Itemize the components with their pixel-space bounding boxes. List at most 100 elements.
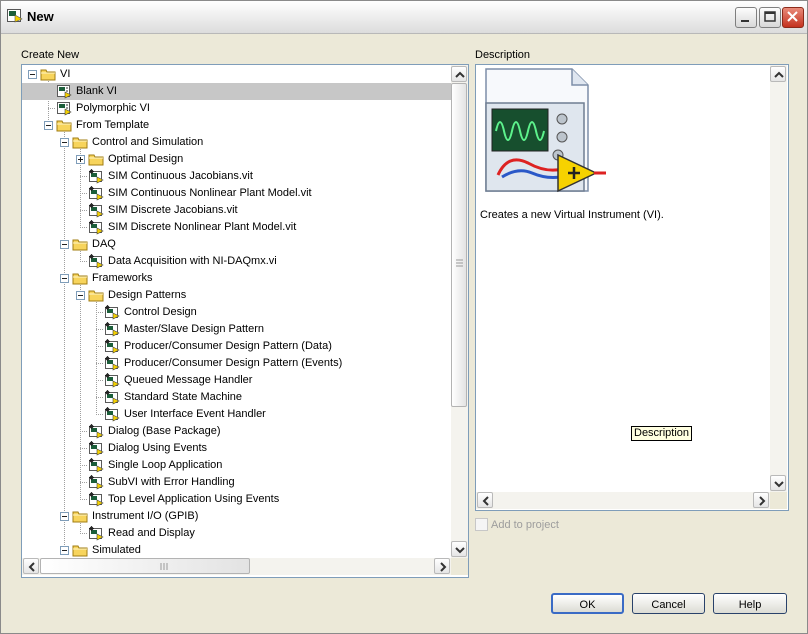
tree-item-row[interactable]: Master/Slave Design Pattern xyxy=(22,321,451,338)
description-vertical-scrollbar[interactable] xyxy=(770,65,787,492)
title-bar[interactable]: New xyxy=(1,1,807,34)
collapse-icon[interactable] xyxy=(60,138,69,147)
tree-item-row[interactable]: Data Acquisition with NI-DAQmx.vi xyxy=(22,253,451,270)
cancel-button[interactable]: Cancel xyxy=(632,593,705,614)
tree-item-label: SIM Discrete Jacobians.vit xyxy=(108,204,238,216)
scrollbar-corner xyxy=(770,492,787,509)
horizontal-scroll-thumb[interactable] xyxy=(40,558,250,574)
tree-folder-row[interactable]: DAQ xyxy=(22,236,451,253)
tree-folder-row[interactable]: From Template xyxy=(22,117,451,134)
vi-template-icon xyxy=(88,441,104,456)
vi-template-icon xyxy=(104,356,120,371)
folder-icon xyxy=(72,271,88,286)
vi-template-icon xyxy=(104,373,120,388)
description-scroll-down-button[interactable] xyxy=(770,475,786,491)
tree-item-label: DAQ xyxy=(92,238,116,250)
folder-icon xyxy=(72,135,88,150)
tree-item-row[interactable]: Producer/Consumer Design Pattern (Events… xyxy=(22,355,451,372)
maximize-button[interactable] xyxy=(759,7,781,28)
tree-item-label: Optimal Design xyxy=(108,153,184,165)
folder-icon xyxy=(40,67,56,82)
tree-item-row[interactable]: Dialog (Base Package) xyxy=(22,423,451,440)
close-button[interactable] xyxy=(782,7,804,28)
ok-button[interactable]: OK xyxy=(551,593,624,614)
scroll-thumb[interactable] xyxy=(451,83,467,407)
arrow-up-icon xyxy=(774,71,784,78)
scrollbar-corner xyxy=(451,558,468,575)
tree-item-label: SIM Continuous Nonlinear Plant Model.vit xyxy=(108,187,312,199)
collapse-icon[interactable] xyxy=(60,512,69,521)
folder-icon xyxy=(72,543,88,557)
tree-item-label: Producer/Consumer Design Pattern (Data) xyxy=(124,340,332,352)
tree-item-label: Standard State Machine xyxy=(124,391,243,403)
tree-item-row[interactable]: Standard State Machine xyxy=(22,389,451,406)
tree-item-row[interactable]: SubVI with Error Handling xyxy=(22,474,451,491)
tree-folder-row[interactable]: VI xyxy=(22,66,451,83)
grip-icon xyxy=(160,563,168,570)
description-label: Description xyxy=(475,49,531,61)
tree-folder-row[interactable]: Control and Simulation xyxy=(22,134,451,151)
tree-folder-row[interactable]: Instrument I/O (GPIB) xyxy=(22,508,451,525)
tree-item-label: Blank VI xyxy=(76,85,117,97)
tree-item-row[interactable]: Producer/Consumer Design Pattern (Data) xyxy=(22,338,451,355)
tree-item-row[interactable]: Blank VI xyxy=(22,83,451,100)
collapse-icon[interactable] xyxy=(60,274,69,283)
scroll-up-button[interactable] xyxy=(451,66,467,82)
description-panel: Creates a new Virtual Instrument (VI). D… xyxy=(475,64,789,511)
tree-folder-row[interactable]: Simulated xyxy=(22,542,451,557)
arrow-down-icon xyxy=(455,547,465,554)
tree-item-label: Read and Display xyxy=(108,527,195,539)
collapse-icon[interactable] xyxy=(60,546,69,555)
collapse-icon[interactable] xyxy=(60,240,69,249)
tree-folder-row[interactable]: Design Patterns xyxy=(22,287,451,304)
tree-folder-row[interactable]: Optimal Design xyxy=(22,151,451,168)
description-scroll-left-button[interactable] xyxy=(477,492,493,508)
tree-horizontal-scrollbar[interactable] xyxy=(22,558,451,575)
minimize-button[interactable] xyxy=(735,7,757,28)
collapse-icon[interactable] xyxy=(28,70,37,79)
blank-vi-icon xyxy=(485,68,606,193)
tree-item-row[interactable]: Control Design xyxy=(22,304,451,321)
add-to-project-checkbox[interactable] xyxy=(475,518,488,531)
tree-item-row[interactable]: Single Loop Application xyxy=(22,457,451,474)
help-button[interactable]: Help xyxy=(713,593,787,614)
vi-template-icon xyxy=(88,254,104,269)
tree-item-row[interactable]: SIM Discrete Nonlinear Plant Model.vit xyxy=(22,219,451,236)
tree-item-row[interactable]: Dialog Using Events xyxy=(22,440,451,457)
tree-item-row[interactable]: Top Level Application Using Events xyxy=(22,491,451,508)
vi-template-icon xyxy=(88,458,104,473)
collapse-icon[interactable] xyxy=(76,291,85,300)
tree-item-label: SubVI with Error Handling xyxy=(108,476,235,488)
tree-item-row[interactable]: SIM Continuous Jacobians.vit xyxy=(22,168,451,185)
tree-item-label: Master/Slave Design Pattern xyxy=(124,323,265,335)
collapse-icon[interactable] xyxy=(44,121,53,130)
tree-item-row[interactable]: Polymorphic VI xyxy=(22,100,451,117)
scroll-right-button[interactable] xyxy=(434,558,450,574)
vi-template-icon xyxy=(88,186,104,201)
tree-vertical-scrollbar[interactable] xyxy=(451,65,468,558)
description-scroll-up-button[interactable] xyxy=(770,66,786,82)
tree-item-row[interactable]: User Interface Event Handler xyxy=(22,406,451,423)
tree-item-label: Dialog Using Events xyxy=(108,442,208,454)
scroll-left-button[interactable] xyxy=(23,558,39,574)
tree-item-row[interactable]: SIM Continuous Nonlinear Plant Model.vit xyxy=(22,185,451,202)
tree-item-label: From Template xyxy=(76,119,150,131)
description-horizontal-scrollbar[interactable] xyxy=(476,492,770,509)
vi-template-icon xyxy=(104,339,120,354)
tree-folder-row[interactable]: Frameworks xyxy=(22,270,451,287)
arrow-up-icon xyxy=(455,71,465,78)
tree-item-label: SIM Discrete Nonlinear Plant Model.vit xyxy=(108,221,297,233)
tree-item-row[interactable]: Queued Message Handler xyxy=(22,372,451,389)
scroll-down-button[interactable] xyxy=(451,541,467,557)
arrow-left-icon xyxy=(482,496,489,506)
vi-template-icon xyxy=(88,475,104,490)
labview-app-icon xyxy=(7,9,23,23)
tree-item-row[interactable]: Read and Display xyxy=(22,525,451,542)
minimize-icon xyxy=(741,20,749,22)
expand-icon[interactable] xyxy=(76,155,85,164)
create-new-tree[interactable]: VI Blank VI Polymorphic VI From Template Con… xyxy=(22,65,451,557)
description-scroll-right-button[interactable] xyxy=(753,492,769,508)
tree-item-row[interactable]: SIM Discrete Jacobians.vit xyxy=(22,202,451,219)
tree-item-label: SIM Continuous Jacobians.vit xyxy=(108,170,253,182)
vi-template-icon xyxy=(104,322,120,337)
